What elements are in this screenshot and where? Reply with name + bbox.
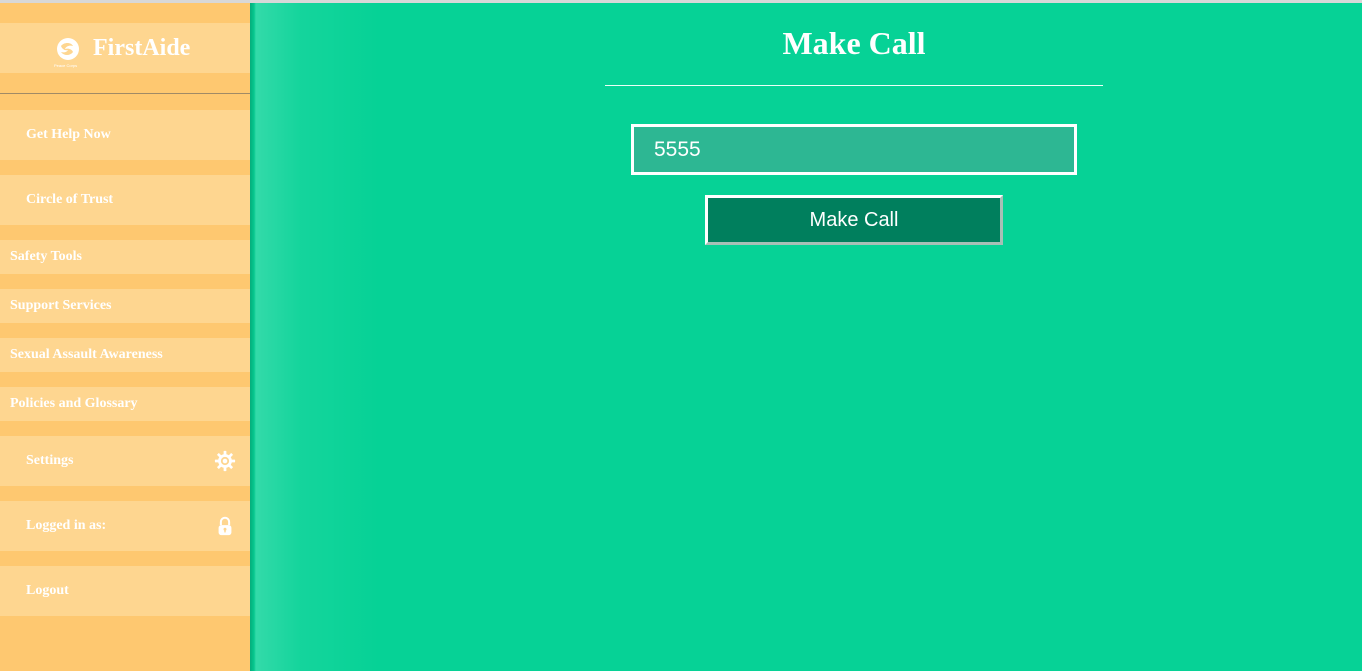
sidebar-item-label: Logout	[26, 583, 69, 598]
app-logo[interactable]: Peace Corps FirstAide	[0, 23, 250, 73]
app-window: Peace Corps FirstAide Get Help Now Circl…	[0, 3, 1362, 671]
lock-icon	[218, 516, 232, 536]
sidebar-item-label: Get Help Now	[26, 127, 111, 142]
make-call-button[interactable]: Make Call	[705, 195, 1003, 245]
sidebar-item-settings[interactable]: Settings	[0, 436, 250, 486]
logo-icon	[57, 38, 79, 60]
page-title: Make Call	[782, 25, 926, 61]
sidebar-item-label: Sexual Assault Awareness	[10, 347, 163, 362]
sidebar-item-label: Circle of Trust	[26, 192, 114, 207]
title-divider	[605, 85, 1103, 86]
sidebar-divider	[0, 93, 250, 94]
logo-subtitle: Peace Corps	[54, 63, 78, 68]
gear-icon	[214, 450, 236, 472]
sidebar-item-label: Safety Tools	[10, 249, 82, 264]
sidebar-item-label: Support Services	[10, 298, 112, 313]
sidebar-item-sexual-assault-awareness[interactable]: Sexual Assault Awareness	[0, 338, 250, 372]
sidebar-item-label: Settings	[26, 453, 74, 468]
sidebar-item-label: Policies and Glossary	[10, 396, 138, 411]
sidebar-item-get-help-now[interactable]: Get Help Now	[0, 110, 250, 160]
app-name: FirstAide	[93, 35, 191, 61]
sidebar: Peace Corps FirstAide Get Help Now Circl…	[0, 3, 250, 671]
sidebar-item-label: Logged in as:	[26, 518, 107, 533]
sidebar-item-circle-of-trust[interactable]: Circle of Trust	[0, 175, 250, 225]
sidebar-item-support-services[interactable]: Support Services	[0, 289, 250, 323]
sidebar-item-logged-in-as[interactable]: Logged in as:	[0, 501, 250, 551]
phone-number-input[interactable]	[631, 124, 1077, 175]
sidebar-item-logout[interactable]: Logout	[0, 566, 250, 616]
sidebar-item-safety-tools[interactable]: Safety Tools	[0, 240, 250, 274]
sidebar-item-policies-and-glossary[interactable]: Policies and Glossary	[0, 387, 250, 421]
sidebar-shadow	[250, 3, 380, 671]
